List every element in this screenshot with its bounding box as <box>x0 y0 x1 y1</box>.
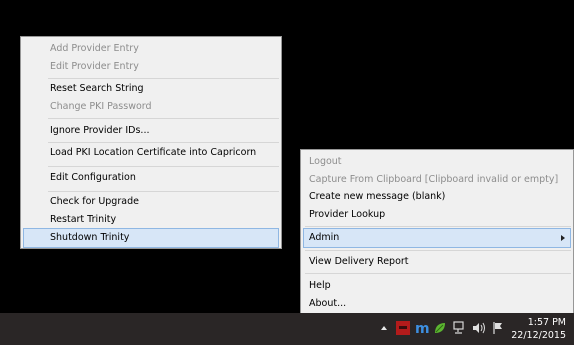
svg-text:m: m <box>415 321 430 335</box>
clock-date: 22/12/2015 <box>511 330 566 341</box>
menu-item-admin-label: Admin <box>309 232 340 243</box>
menu-item-create-new-message[interactable]: Create new message (blank) <box>303 187 571 207</box>
menu-item-provider-lookup[interactable]: Provider Lookup <box>303 205 571 225</box>
taskbar: m 1:57 PM 22/12/2015 <box>0 313 574 345</box>
menu-item-ignore-provider-ids[interactable]: Ignore Provider IDs... <box>23 121 279 141</box>
action-center-flag-icon[interactable] <box>492 321 504 335</box>
menu-separator <box>305 273 571 274</box>
menu-item-edit-provider-entry[interactable]: Edit Provider Entry <box>23 57 279 77</box>
menu-item-logout[interactable]: Logout <box>303 152 571 172</box>
clock[interactable]: 1:57 PM 22/12/2015 <box>511 316 566 342</box>
admin-submenu: Add Provider Entry Edit Provider Entry R… <box>20 36 282 249</box>
menu-item-change-pki-password[interactable]: Change PKI Password <box>23 97 279 117</box>
menu-separator <box>305 250 571 251</box>
menu-item-help[interactable]: Help <box>303 276 571 296</box>
volume-icon[interactable] <box>472 321 488 335</box>
menu-separator <box>48 118 279 119</box>
menu-item-admin[interactable]: Admin <box>303 228 571 248</box>
menu-item-shutdown-trinity[interactable]: Shutdown Trinity <box>23 228 279 248</box>
menu-item-view-delivery-report[interactable]: View Delivery Report <box>303 252 571 272</box>
menu-item-about[interactable]: About... <box>303 294 571 314</box>
menu-separator <box>48 166 279 167</box>
red-app-icon[interactable] <box>396 321 410 335</box>
menu-item-add-provider-entry[interactable]: Add Provider Entry <box>23 39 279 59</box>
clock-time: 1:57 PM <box>527 317 566 328</box>
menu-item-check-for-upgrade[interactable]: Check for Upgrade <box>23 192 279 212</box>
menu-item-reset-search-string[interactable]: Reset Search String <box>23 79 279 99</box>
submenu-arrow-icon <box>561 235 565 241</box>
menu-item-load-pki-certificate[interactable]: Load PKI Location Certificate into Capri… <box>23 143 279 163</box>
menu-item-edit-configuration[interactable]: Edit Configuration <box>23 168 279 188</box>
green-leaf-icon[interactable] <box>433 321 447 335</box>
network-icon[interactable] <box>453 321 467 335</box>
menu-item-restart-trinity[interactable]: Restart Trinity <box>23 210 279 230</box>
menu-separator <box>305 226 571 227</box>
m-app-icon[interactable]: m <box>414 321 430 335</box>
show-hidden-icons-icon[interactable] <box>380 324 388 332</box>
tray-context-menu: Logout Capture From Clipboard [Clipboard… <box>300 149 574 315</box>
